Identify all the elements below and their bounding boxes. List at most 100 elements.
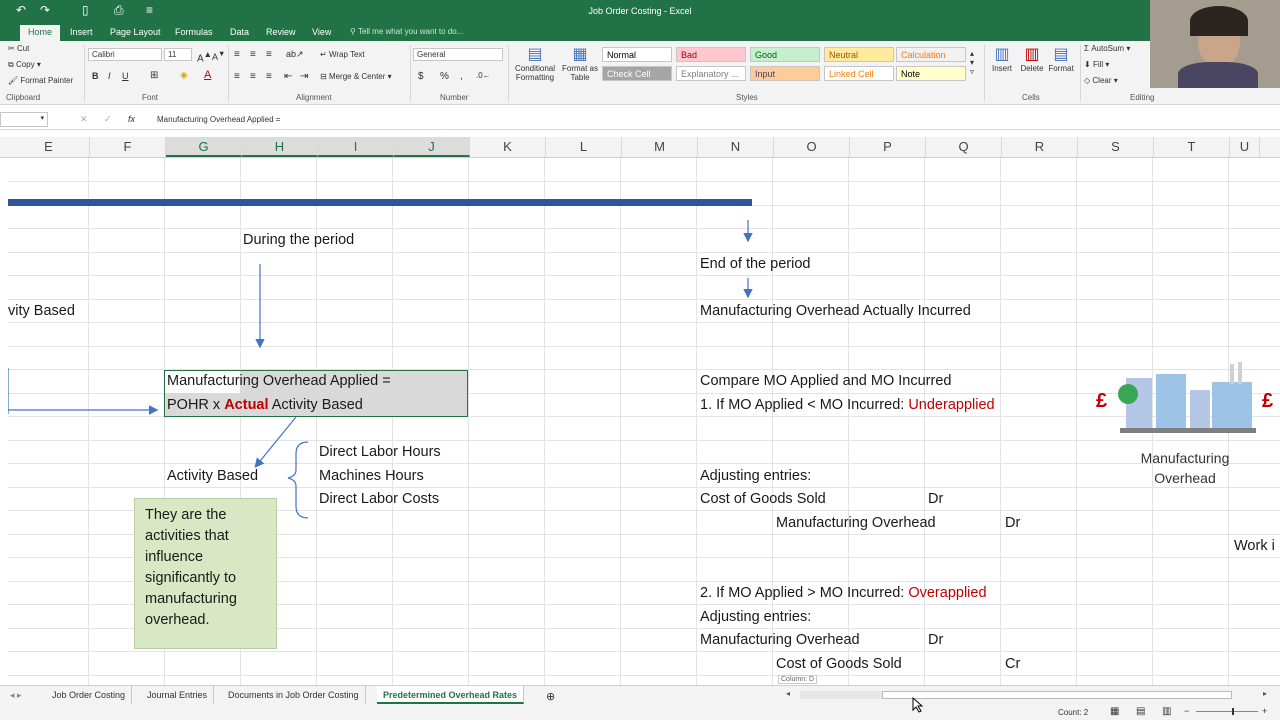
scroll-tabs-icon[interactable]: ◂ ▸: [4, 686, 28, 704]
sheet-tab-job-order-costing[interactable]: Job Order Costing: [46, 686, 133, 704]
decrease-indent-icon[interactable]: ⇤: [284, 71, 292, 82]
underline-button[interactable]: U: [122, 71, 129, 81]
autosum-button[interactable]: Σ AutoSum ▾: [1084, 44, 1130, 53]
bold-button[interactable]: B: [92, 71, 99, 81]
increase-decimal-icon[interactable]: .0←: [476, 71, 491, 80]
align-center-icon[interactable]: ≡: [250, 71, 256, 82]
tab-page-layout[interactable]: Page Layout: [102, 25, 169, 41]
column-header-r[interactable]: R: [1002, 137, 1078, 157]
column-header-t[interactable]: T: [1154, 137, 1230, 157]
font-size-select[interactable]: 11: [164, 48, 192, 61]
fill-color-icon[interactable]: ◈: [180, 70, 188, 81]
worksheet-grid[interactable]: They are the activities that influence sign…: [8, 158, 1280, 685]
tab-review[interactable]: Review: [258, 25, 304, 41]
font-color-icon[interactable]: A: [204, 69, 211, 81]
column-header-n[interactable]: N: [698, 137, 774, 157]
borders-icon[interactable]: ⊞: [150, 70, 158, 81]
comma-button[interactable]: ,: [460, 71, 463, 82]
align-bottom-icon[interactable]: ≡: [266, 49, 272, 60]
cell-style-good[interactable]: Good: [750, 47, 820, 62]
gallery-scroll-icon[interactable]: ▴ ▾ ▿: [970, 49, 974, 76]
italic-button[interactable]: I: [108, 71, 111, 81]
insert-cells-button[interactable]: ▥ Insert: [988, 44, 1016, 73]
brush-icon: 🖌: [8, 76, 19, 85]
add-sheet-icon[interactable]: ⊕: [540, 686, 561, 704]
fill-button[interactable]: ⬇ Fill ▾: [1084, 60, 1109, 69]
tab-view[interactable]: View: [304, 25, 339, 41]
zoom-slider[interactable]: [1196, 708, 1258, 715]
cut-button[interactable]: ✂ Cut: [8, 44, 29, 53]
scrollbar-thumb[interactable]: [882, 691, 1232, 699]
scroll-right-icon[interactable]: ▸: [1263, 689, 1267, 698]
conditional-formatting-button[interactable]: ▤ Conditional Formatting: [512, 44, 558, 82]
cell-style-normal[interactable]: Normal: [602, 47, 672, 62]
cancel-icon[interactable]: ✕: [80, 114, 88, 125]
shrink-font-icon[interactable]: A▼: [212, 49, 225, 62]
cell-style-note[interactable]: Note: [896, 66, 966, 81]
align-left-icon[interactable]: ≡: [234, 71, 240, 82]
page-break-view-icon[interactable]: ▥: [1162, 706, 1171, 717]
wrap-text-button[interactable]: ↵ Wrap Text: [320, 50, 365, 59]
merge-center-button[interactable]: ⊟ Merge & Center ▾: [320, 72, 392, 81]
name-box[interactable]: ▾: [0, 112, 48, 127]
number-format-select[interactable]: General: [413, 48, 503, 61]
tell-me-box[interactable]: ⚲ Tell me what you want to do...: [350, 27, 463, 36]
column-header-q[interactable]: Q: [926, 137, 1002, 157]
clear-button[interactable]: ◇ Clear ▾: [1084, 76, 1118, 85]
orientation-icon[interactable]: ab↗: [286, 49, 304, 60]
page-layout-view-icon[interactable]: ▤: [1136, 706, 1145, 717]
sheet-tab-journal-entries[interactable]: Journal Entries: [141, 686, 215, 704]
delete-cells-button[interactable]: ▥ Delete: [1018, 44, 1046, 73]
column-header-e[interactable]: E: [8, 137, 90, 157]
cell-style-check-cell[interactable]: Check Cell: [602, 66, 672, 81]
zoom-out-icon[interactable]: −: [1184, 706, 1189, 716]
column-header-l[interactable]: L: [546, 137, 622, 157]
horizontal-scrollbar[interactable]: [800, 691, 1232, 699]
name-box-dropdown-icon[interactable]: ▾: [40, 114, 44, 122]
cell-style-linked-cell[interactable]: Linked Cell: [824, 66, 894, 81]
increase-indent-icon[interactable]: ⇥: [300, 71, 308, 82]
insert-function-button[interactable]: fx: [128, 114, 135, 124]
factory-picture[interactable]: £ £ Manufacturing Overhead: [1090, 360, 1280, 492]
cell-style-calculation[interactable]: Calculation: [896, 47, 966, 62]
column-header-j[interactable]: J: [394, 137, 470, 157]
column-header-s[interactable]: S: [1078, 137, 1154, 157]
format-as-table-button[interactable]: ▦ Format as Table: [560, 44, 600, 82]
column-header-i[interactable]: I: [318, 137, 394, 157]
normal-view-icon[interactable]: ▦: [1110, 706, 1119, 717]
note-box[interactable]: They are the activities that influence sign…: [134, 498, 277, 649]
sheet-tab-predetermined-overhead-rates[interactable]: Predetermined Overhead Rates: [377, 686, 525, 704]
cell-style-explanatory[interactable]: Explanatory ...: [676, 66, 746, 81]
column-header-k[interactable]: K: [470, 137, 546, 157]
font-name-select[interactable]: Calibri: [88, 48, 162, 61]
format-painter-button[interactable]: 🖌 Format Painter: [8, 76, 73, 85]
column-header-u[interactable]: U: [1230, 137, 1260, 157]
enter-icon[interactable]: ✓: [104, 114, 112, 125]
cell-style-neutral[interactable]: Neutral: [824, 47, 894, 62]
tab-insert[interactable]: Insert: [62, 25, 101, 41]
align-top-icon[interactable]: ≡: [234, 49, 240, 60]
zoom-slider-thumb[interactable]: [1232, 708, 1234, 715]
column-header-p[interactable]: P: [850, 137, 926, 157]
column-header-m[interactable]: M: [622, 137, 698, 157]
cell-style-input[interactable]: Input: [750, 66, 820, 81]
column-header-f[interactable]: F: [90, 137, 166, 157]
cell-style-bad[interactable]: Bad: [676, 47, 746, 62]
sheet-tab-documents[interactable]: Documents in Job Order Costing: [222, 686, 366, 704]
tab-data[interactable]: Data: [222, 25, 257, 41]
tab-formulas[interactable]: Formulas: [167, 25, 221, 41]
column-header-g[interactable]: G: [166, 137, 242, 157]
column-header-h[interactable]: H: [242, 137, 318, 157]
format-cells-button[interactable]: ▤ Format: [1046, 44, 1076, 73]
formula-input[interactable]: [150, 112, 1278, 128]
currency-button[interactable]: $: [418, 71, 424, 82]
scroll-left-icon[interactable]: ◂: [786, 689, 790, 698]
copy-button[interactable]: ⧉ Copy ▾: [8, 60, 41, 70]
align-middle-icon[interactable]: ≡: [250, 49, 256, 60]
align-right-icon[interactable]: ≡: [266, 71, 272, 82]
tab-home[interactable]: Home: [20, 25, 61, 41]
percent-button[interactable]: %: [440, 71, 449, 82]
zoom-in-icon[interactable]: +: [1262, 706, 1267, 716]
grow-font-icon[interactable]: A▲: [197, 49, 212, 64]
column-header-o[interactable]: O: [774, 137, 850, 157]
